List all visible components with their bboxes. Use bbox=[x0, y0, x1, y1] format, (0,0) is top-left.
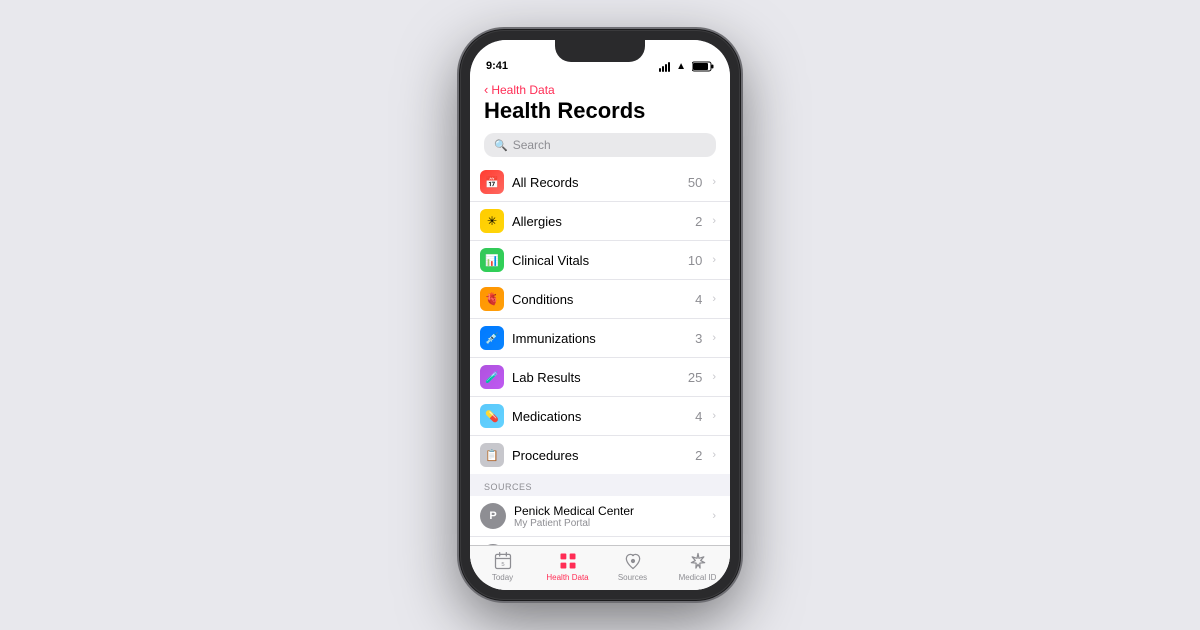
battery-icon bbox=[692, 61, 714, 72]
sources-icon bbox=[623, 551, 643, 571]
clinical-vitals-label: Clinical Vitals bbox=[512, 253, 680, 268]
conditions-icon: 🫀 bbox=[480, 287, 504, 311]
procedures-count: 2 bbox=[695, 448, 702, 463]
back-link[interactable]: ‹ Health Data bbox=[484, 82, 716, 97]
conditions-chevron-icon: › bbox=[712, 293, 716, 305]
conditions-count: 4 bbox=[695, 292, 702, 307]
list-item-all-records[interactable]: 📅 All Records 50 › bbox=[470, 163, 730, 202]
source-item-widell[interactable]: W Widell Hospital Patient Chart Pro › bbox=[470, 537, 730, 545]
nav-bar: ‹ Health Data Health Records bbox=[470, 76, 730, 127]
status-icons: ▲ bbox=[659, 61, 714, 72]
content-area: ‹ Health Data Health Records 🔍 Search 📅 bbox=[470, 76, 730, 590]
penick-text: Penick Medical Center My Patient Portal bbox=[514, 504, 702, 529]
lab-results-label: Lab Results bbox=[512, 370, 680, 385]
list-item-conditions[interactable]: 🫀 Conditions 4 › bbox=[470, 280, 730, 319]
search-placeholder: Search bbox=[513, 138, 551, 152]
tab-sources-label: Sources bbox=[618, 573, 647, 582]
penick-name: Penick Medical Center bbox=[514, 504, 702, 518]
procedures-label: Procedures bbox=[512, 448, 687, 463]
medications-chevron-icon: › bbox=[712, 410, 716, 422]
clinical-vitals-chevron-icon: › bbox=[712, 254, 716, 266]
back-label: Health Data bbox=[491, 83, 554, 97]
immunizations-count: 3 bbox=[695, 331, 702, 346]
signal-icon bbox=[659, 62, 670, 72]
medications-icon: 💊 bbox=[480, 404, 504, 428]
tab-health-data-label: Health Data bbox=[546, 573, 588, 582]
medical-id-icon bbox=[688, 551, 708, 571]
procedures-chevron-icon: › bbox=[712, 449, 716, 461]
lab-results-icon: 🧪 bbox=[480, 365, 504, 389]
immunizations-chevron-icon: › bbox=[712, 332, 716, 344]
svg-text:5: 5 bbox=[501, 562, 504, 568]
procedures-icon: 📋 bbox=[480, 443, 504, 467]
search-icon: 🔍 bbox=[494, 139, 508, 152]
all-records-count: 50 bbox=[688, 175, 702, 190]
penick-icon: P bbox=[480, 503, 506, 529]
list-item-procedures[interactable]: 📋 Procedures 2 › bbox=[470, 436, 730, 474]
phone-device: 9:41 ▲ ‹ bbox=[460, 30, 740, 600]
all-records-icon: 📅 bbox=[480, 170, 504, 194]
allergies-count: 2 bbox=[695, 214, 702, 229]
list-item-medications[interactable]: 💊 Medications 4 › bbox=[470, 397, 730, 436]
phone-screen: 9:41 ▲ ‹ bbox=[470, 40, 730, 590]
health-data-icon bbox=[558, 551, 578, 571]
tab-health-data[interactable]: Health Data bbox=[535, 551, 600, 582]
sources-header: SOURCES bbox=[470, 474, 730, 496]
clinical-vitals-icon: 📊 bbox=[480, 248, 504, 272]
conditions-label: Conditions bbox=[512, 292, 687, 307]
today-icon: 5 bbox=[493, 551, 513, 571]
tab-today-label: Today bbox=[492, 573, 513, 582]
back-chevron-icon: ‹ bbox=[484, 82, 488, 97]
allergies-chevron-icon: › bbox=[712, 215, 716, 227]
allergies-label: Allergies bbox=[512, 214, 687, 229]
medications-count: 4 bbox=[695, 409, 702, 424]
lab-results-chevron-icon: › bbox=[712, 371, 716, 383]
immunizations-label: Immunizations bbox=[512, 331, 687, 346]
records-list: 📅 All Records 50 › ✳ Allergies 2 › bbox=[470, 163, 730, 474]
source-item-penick[interactable]: P Penick Medical Center My Patient Porta… bbox=[470, 496, 730, 537]
list-item-lab-results[interactable]: 🧪 Lab Results 25 › bbox=[470, 358, 730, 397]
penick-subtitle: My Patient Portal bbox=[514, 518, 702, 529]
allergies-icon: ✳ bbox=[480, 209, 504, 233]
status-time: 9:41 bbox=[486, 60, 508, 72]
wifi-icon: ▲ bbox=[676, 61, 686, 72]
phone-notch bbox=[555, 40, 645, 62]
list-item-clinical-vitals[interactable]: 📊 Clinical Vitals 10 › bbox=[470, 241, 730, 280]
page-title: Health Records bbox=[484, 99, 716, 123]
lab-results-count: 25 bbox=[688, 370, 702, 385]
sources-list: P Penick Medical Center My Patient Porta… bbox=[470, 496, 730, 545]
tab-medical-id-label: Medical ID bbox=[679, 573, 717, 582]
list-container: 📅 All Records 50 › ✳ Allergies 2 › bbox=[470, 163, 730, 545]
search-bar[interactable]: 🔍 Search bbox=[484, 133, 716, 157]
medications-label: Medications bbox=[512, 409, 687, 424]
penick-chevron-icon: › bbox=[712, 510, 716, 522]
tab-today[interactable]: 5 Today bbox=[470, 551, 535, 582]
all-records-label: All Records bbox=[512, 175, 680, 190]
tab-bar: 5 Today Health Data bbox=[470, 545, 730, 590]
clinical-vitals-count: 10 bbox=[688, 253, 702, 268]
list-item-immunizations[interactable]: 💉 Immunizations 3 › bbox=[470, 319, 730, 358]
tab-medical-id[interactable]: Medical ID bbox=[665, 551, 730, 582]
list-item-allergies[interactable]: ✳ Allergies 2 › bbox=[470, 202, 730, 241]
all-records-chevron-icon: › bbox=[712, 176, 716, 188]
tab-sources[interactable]: Sources bbox=[600, 551, 665, 582]
immunizations-icon: 💉 bbox=[480, 326, 504, 350]
